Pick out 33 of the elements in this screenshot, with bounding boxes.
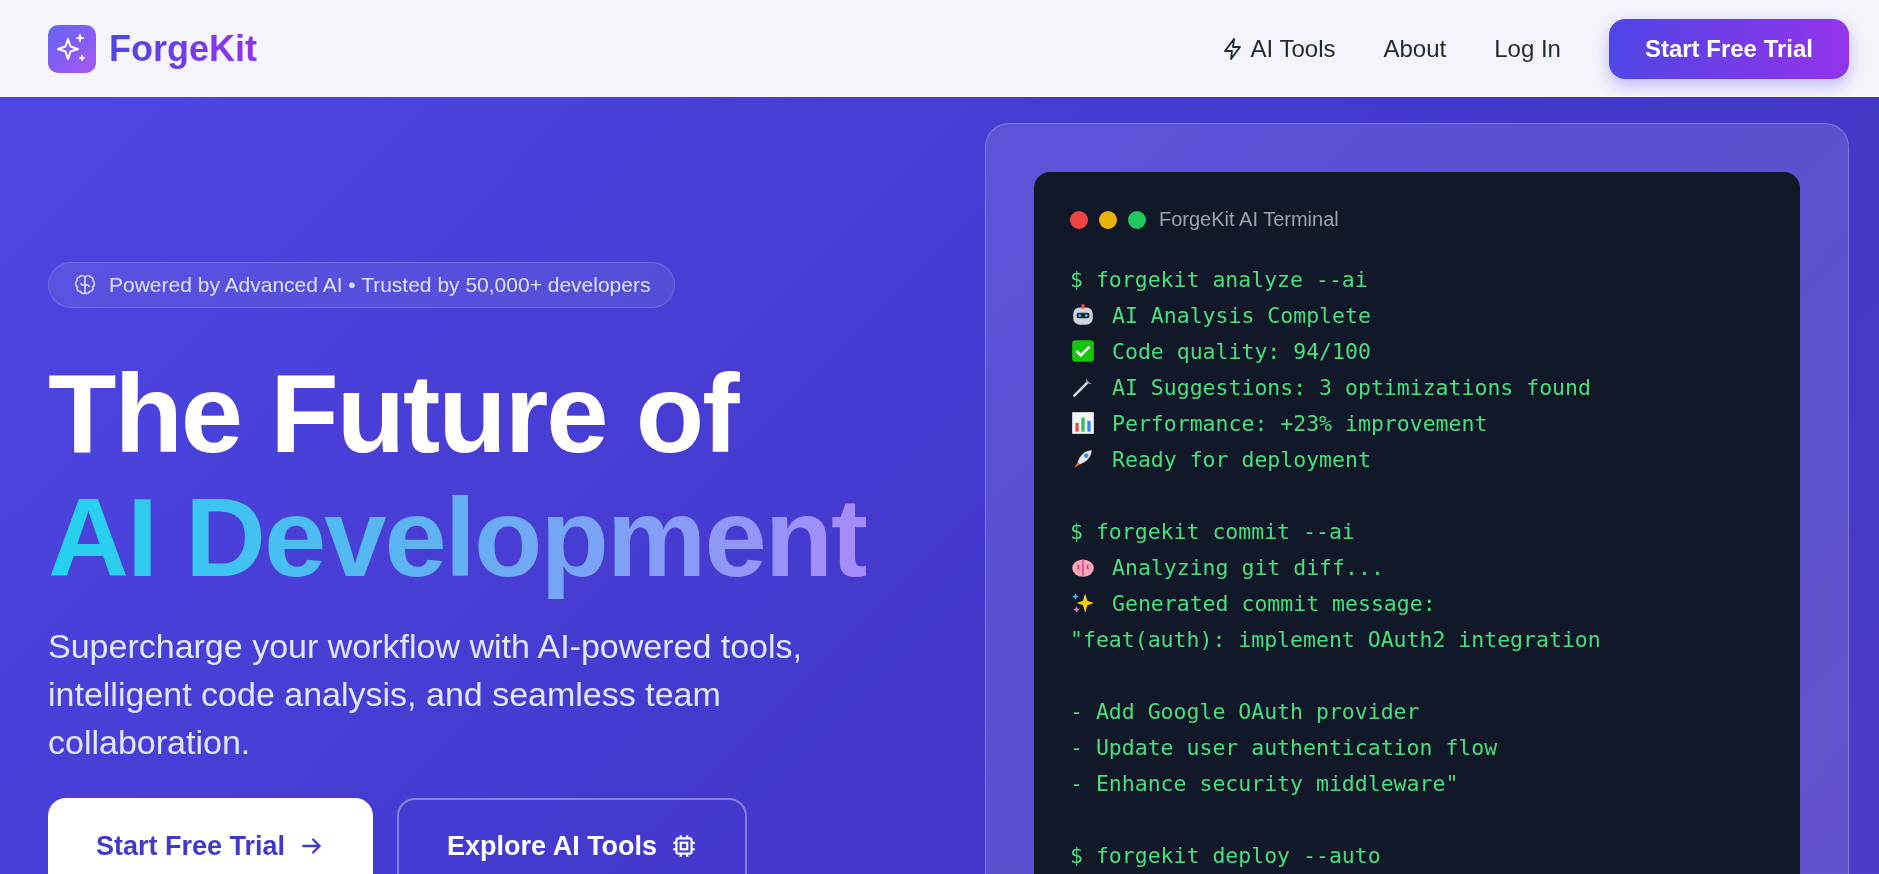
nav-link[interactable]: About: [1383, 34, 1447, 63]
start-trial-button[interactable]: Start Free Trial: [48, 798, 374, 874]
terminal-line: $ forgekit deploy --auto: [1070, 842, 1381, 868]
terminal-line: - Update user authentication flow: [1070, 734, 1498, 760]
terminal-line: Generated commit message:: [1112, 590, 1436, 616]
terminal-line: - Enhance security middleware": [1070, 770, 1459, 796]
terminal-line: Analyzing git diff...: [1112, 554, 1384, 580]
sparkles-logo-icon: [48, 24, 96, 73]
badge-text: Powered by Advanced AI • Trusted by 50,000+ developers: [109, 273, 651, 297]
start-trial-button[interactable]: Start Free Trial: [1608, 18, 1849, 79]
robot-icon: [1070, 302, 1096, 328]
terminal-line: - Add Google OAuth provider: [1070, 698, 1420, 724]
close-dot-icon: [1070, 210, 1088, 229]
terminal-line: Ready for deployment: [1112, 446, 1371, 472]
hero-subtitle: Supercharge your workflow with AI-powered tools, intelligent code analysis, and seamless team collaboration.: [48, 626, 804, 763]
terminal-line: $ forgekit analyze --ai: [1070, 266, 1368, 292]
checkmark-icon: [1070, 338, 1096, 364]
nav-link[interactable]: Log In: [1494, 34, 1561, 63]
maximize-dot-icon: [1128, 210, 1146, 229]
terminal-line: "feat(auth): implement OAuth2 integration: [1070, 626, 1601, 652]
chip-icon: [671, 833, 698, 859]
terminal-title: ForgeKit AI Terminal: [1159, 208, 1339, 231]
headline: The Future of: [48, 352, 741, 476]
explore-tools-button[interactable]: Explore AI Tools: [397, 798, 748, 874]
terminal-line: Code quality: 94/100: [1112, 338, 1371, 364]
terminal-line: $ forgekit commit --ai: [1070, 518, 1355, 544]
terminal-line: Performance: +23% improvement: [1112, 410, 1488, 436]
minimize-dot-icon: [1099, 210, 1117, 229]
terminal-line: AI Suggestions: 3 optimizations found: [1112, 374, 1591, 400]
terminal-line: AI Analysis Complete: [1112, 302, 1371, 328]
nav-link[interactable]: AI Tools: [1220, 34, 1336, 63]
bar-chart-icon: [1070, 410, 1096, 436]
brain-icon: [73, 273, 97, 297]
